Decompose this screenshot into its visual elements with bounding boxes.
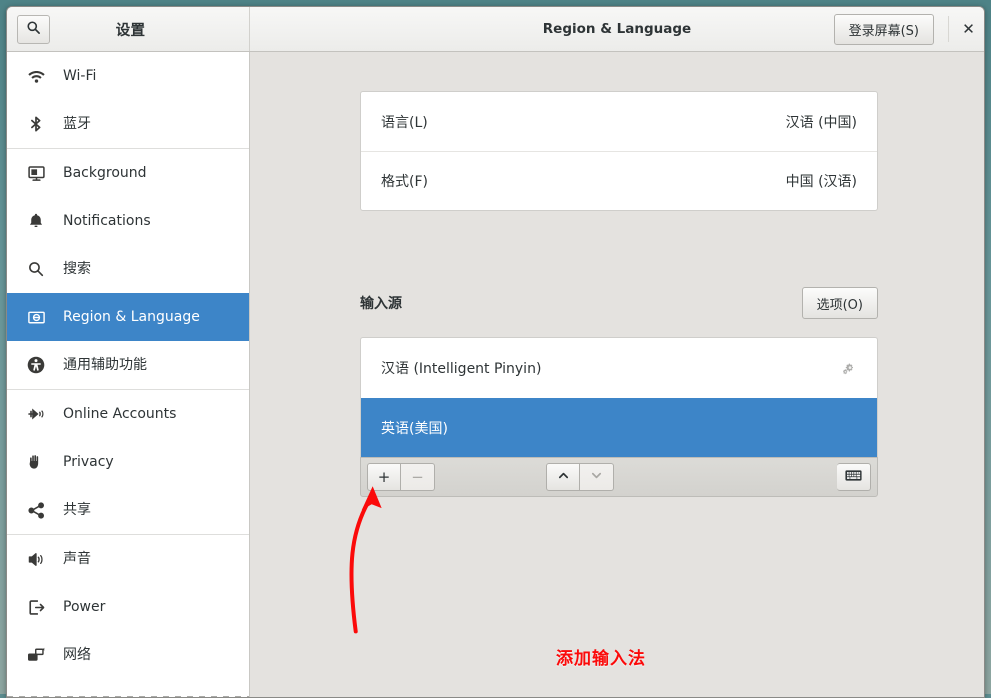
chevron-up-icon xyxy=(557,468,570,486)
titlebar-sidebar-section: 设置 xyxy=(7,7,250,51)
sidebar-item-background[interactable]: Background xyxy=(7,149,249,197)
move-down-button[interactable] xyxy=(580,463,615,491)
sidebar-item-notifications[interactable]: Notifications xyxy=(7,197,249,245)
sidebar-item-label: 通用辅助功能 xyxy=(63,357,147,373)
remove-input-source-button[interactable]: − xyxy=(401,463,435,491)
share-icon xyxy=(25,499,47,521)
bluetooth-icon xyxy=(25,113,47,135)
show-keyboard-layout-button[interactable] xyxy=(836,463,871,491)
gear-icon[interactable] xyxy=(841,360,857,376)
format-row[interactable]: 格式(F) 中国 (汉语) xyxy=(361,151,877,210)
sidebar-bottom-edge xyxy=(7,696,249,697)
close-icon[interactable]: ✕ xyxy=(948,16,975,42)
speaker-icon xyxy=(25,548,47,570)
search-button[interactable] xyxy=(17,14,50,44)
language-format-card: 语言(L) 汉语 (中国) 格式(F) 中国 (汉语) xyxy=(360,91,878,211)
titlebar-content-section: Region & Language 登录屏幕(S) ✕ xyxy=(250,7,984,51)
add-remove-group: + − xyxy=(367,463,435,491)
sidebar-item-label: Wi-Fi xyxy=(63,68,97,84)
language-row[interactable]: 语言(L) 汉语 (中国) xyxy=(361,92,877,151)
settings-window: 设置 Region & Language 登录屏幕(S) ✕ Wi-Fi 蓝牙 … xyxy=(6,6,985,698)
sidebar-item-label: 共享 xyxy=(63,502,91,518)
sidebar-item-label: 声音 xyxy=(63,551,91,567)
search-icon xyxy=(26,20,41,39)
list-item[interactable]: 英语(美国) xyxy=(361,398,877,458)
hand-icon xyxy=(25,451,47,473)
language-row-value: 汉语 (中国) xyxy=(785,114,857,131)
sidebar-item-label: Online Accounts xyxy=(63,406,177,422)
sidebar: Wi-Fi 蓝牙 Background Notifications 搜索 Reg… xyxy=(7,52,250,697)
accessibility-icon xyxy=(25,354,47,376)
annotation-label: 添加输入法 xyxy=(556,649,646,669)
window-body: Wi-Fi 蓝牙 Background Notifications 搜索 Reg… xyxy=(7,52,984,697)
input-source-label: 汉语 (Intelligent Pinyin) xyxy=(381,361,542,377)
titlebar-actions: 登录屏幕(S) ✕ xyxy=(833,13,975,45)
sidebar-item-label: Power xyxy=(63,599,106,615)
bell-icon xyxy=(25,210,47,232)
keyboard-icon xyxy=(845,468,862,486)
sidebar-item-region-language[interactable]: Region & Language xyxy=(7,293,249,341)
monitor-icon xyxy=(25,162,47,184)
network-icon xyxy=(25,644,47,666)
list-item[interactable]: 汉语 (Intelligent Pinyin) xyxy=(361,338,877,398)
input-sources-toolbar: + − xyxy=(360,457,878,497)
language-row-label: 语言(L) xyxy=(381,114,428,131)
sidebar-item-power[interactable]: Power xyxy=(7,583,249,631)
format-row-label: 格式(F) xyxy=(381,174,428,190)
sidebar-item-bluetooth[interactable]: 蓝牙 xyxy=(7,100,249,148)
move-up-button[interactable] xyxy=(546,463,581,491)
input-source-label: 英语(美国) xyxy=(381,421,448,437)
input-sources-header: 输入源 选项(O) xyxy=(360,284,878,322)
titlebar: 设置 Region & Language 登录屏幕(S) ✕ xyxy=(7,7,984,52)
sidebar-item-label: 网络 xyxy=(63,647,91,663)
app-title: 设置 xyxy=(115,22,146,39)
region-language-icon xyxy=(25,306,47,328)
sidebar-item-sound[interactable]: 声音 xyxy=(7,535,249,583)
sidebar-item-network[interactable]: 网络 xyxy=(7,631,249,679)
search-icon xyxy=(25,258,47,280)
sidebar-item-label: 搜索 xyxy=(63,261,91,277)
input-sources-list: 汉语 (Intelligent Pinyin) 英语(美国) xyxy=(360,337,878,458)
sidebar-item-wifi[interactable]: Wi-Fi xyxy=(7,52,249,100)
wifi-icon xyxy=(25,65,47,87)
sidebar-item-label: Region & Language xyxy=(63,309,200,325)
format-row-value: 中国 (汉语) xyxy=(785,174,857,190)
sidebar-item-search[interactable]: 搜索 xyxy=(7,245,249,293)
sidebar-item-label: 蓝牙 xyxy=(63,116,91,132)
reorder-group xyxy=(546,463,615,491)
chevron-down-icon xyxy=(590,468,603,486)
power-icon xyxy=(25,596,47,618)
sidebar-item-privacy[interactable]: Privacy xyxy=(7,438,249,486)
login-screen-button[interactable]: 登录屏幕(S) xyxy=(833,13,934,45)
sidebar-item-sharing[interactable]: 共享 xyxy=(7,486,249,534)
sidebar-item-label: Notifications xyxy=(63,213,151,229)
input-sources-title: 输入源 xyxy=(360,296,402,312)
sidebar-item-label: Privacy xyxy=(63,454,114,470)
keyboard-preview-group xyxy=(836,463,871,491)
content-pane: 语言(L) 汉语 (中国) 格式(F) 中国 (汉语) 输入源 选项(O) 汉语… xyxy=(250,52,984,697)
sidebar-item-online-accounts[interactable]: Online Accounts xyxy=(7,390,249,438)
sidebar-item-label: Background xyxy=(63,165,147,181)
sidebar-item-universal-access[interactable]: 通用辅助功能 xyxy=(7,341,249,389)
add-input-source-button[interactable]: + xyxy=(367,463,401,491)
options-button[interactable]: 选项(O) xyxy=(801,287,878,319)
online-accounts-icon xyxy=(25,403,47,425)
